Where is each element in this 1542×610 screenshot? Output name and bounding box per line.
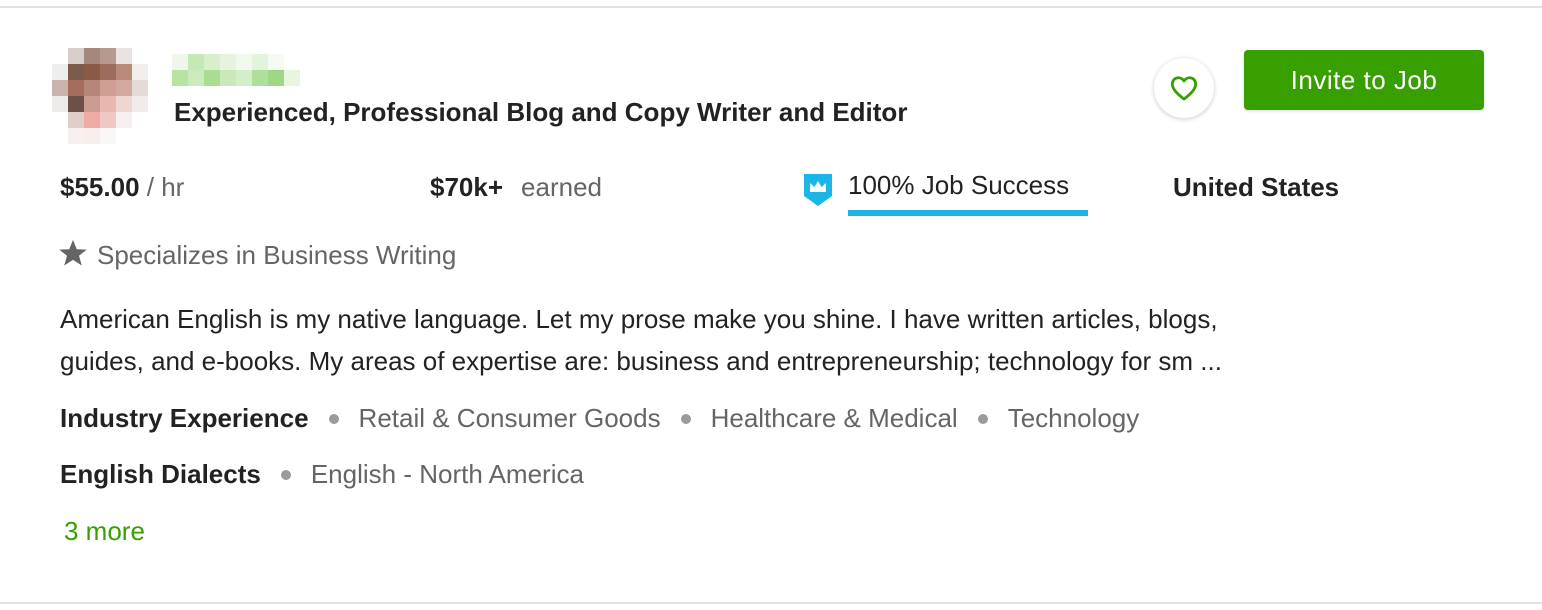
profile-title[interactable]: Experienced, Professional Blog and Copy … [174,97,907,128]
industry-tag[interactable]: Retail & Consumer Goods [359,403,661,434]
dialect-tag[interactable]: English - North America [311,459,584,490]
earned-amount: $70k+ [430,172,504,202]
total-earned: $70k+ earned [430,172,602,203]
industry-tag[interactable]: Technology [1008,403,1140,434]
separator-dot [328,413,339,424]
heart-outline-icon [1170,76,1198,101]
industry-experience-row: Industry Experience Retail & Consumer Go… [60,403,1139,434]
job-success-score[interactable]: 100% Job Success [848,170,1069,201]
favorite-button[interactable] [1154,58,1214,118]
specialization-label[interactable]: Specializes in Business Writing [97,240,456,271]
avatar[interactable] [52,48,148,144]
earned-label: earned [521,172,602,202]
separator-dot [680,413,691,424]
industry-tag[interactable]: Healthcare & Medical [711,403,958,434]
profile-description[interactable]: American English is my native language. … [60,298,1460,382]
separator-dot [280,469,291,480]
freelancer-name-obscured[interactable] [172,54,300,86]
industry-experience-heading: Industry Experience [60,403,309,433]
job-success-bar [848,210,1088,216]
location: United States [1173,172,1340,202]
english-dialects-row: English Dialects English - North America [60,459,584,490]
show-more-link[interactable]: 3 more [64,516,145,547]
separator-dot [977,413,988,424]
star-icon [59,239,87,266]
english-dialects-heading: English Dialects [60,459,261,489]
rate-unit: / hr [146,172,185,202]
description-line: American English is my native language. … [60,304,1218,334]
invite-to-job-button[interactable]: Invite to Job [1244,50,1484,110]
hourly-rate: $55.00 / hr [60,172,184,203]
freelancer-card: Experienced, Professional Blog and Copy … [0,6,1542,604]
description-line: guides, and e-books. My areas of experti… [60,346,1222,376]
rate-amount: $55.00 [60,172,140,202]
crown-badge-icon [804,174,832,206]
